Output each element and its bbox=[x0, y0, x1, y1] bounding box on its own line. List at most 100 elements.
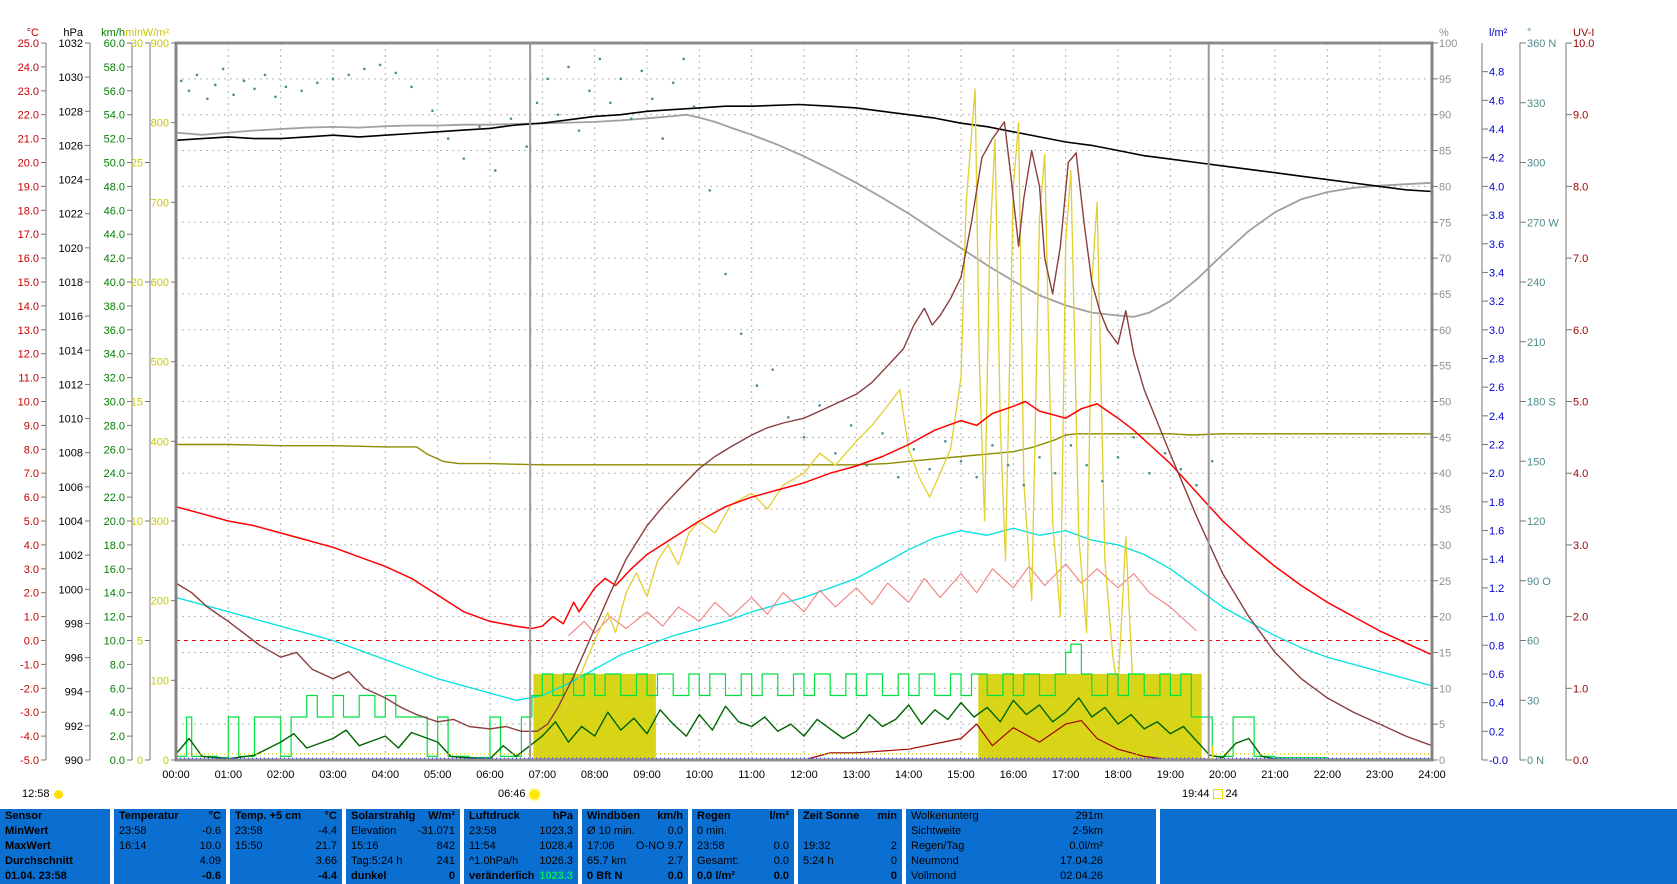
table-row: Zeit Sonne min bbox=[798, 809, 902, 824]
svg-text:2.0: 2.0 bbox=[1573, 612, 1588, 624]
svg-text:4.4: 4.4 bbox=[1489, 124, 1504, 136]
svg-text:1018: 1018 bbox=[59, 277, 83, 289]
table-row: Wolkenunterg291m bbox=[906, 809, 1156, 824]
table-cell-value: hPa bbox=[553, 809, 573, 824]
table-cell-label: 0 Bft N bbox=[587, 869, 622, 884]
svg-text:990: 990 bbox=[65, 755, 83, 767]
svg-text:05:00: 05:00 bbox=[424, 769, 452, 781]
svg-text:1032: 1032 bbox=[59, 38, 83, 50]
svg-text:120: 120 bbox=[1527, 516, 1545, 528]
svg-text:1006: 1006 bbox=[59, 482, 83, 494]
svg-text:25: 25 bbox=[131, 158, 143, 170]
table-cell-label: Zeit Sonne bbox=[803, 809, 859, 824]
table-cell-label: 15:16 bbox=[351, 839, 379, 854]
svg-text:18:00: 18:00 bbox=[1104, 769, 1132, 781]
svg-text:30.0: 30.0 bbox=[104, 397, 125, 409]
table-cell: Durchschnitt bbox=[5, 854, 73, 869]
svg-text:14:00: 14:00 bbox=[895, 769, 923, 781]
svg-text:55: 55 bbox=[1439, 361, 1451, 373]
svg-text:20.0: 20.0 bbox=[104, 516, 125, 528]
svg-text:-0.0: -0.0 bbox=[1489, 755, 1508, 767]
axis-unit-kmh: km/h bbox=[101, 27, 125, 39]
table-cell: 01.04. 23:58 bbox=[5, 869, 67, 884]
svg-text:0.4: 0.4 bbox=[1489, 698, 1504, 710]
table-cell-value: -0.6 bbox=[202, 824, 221, 839]
table-row: 0 bbox=[798, 869, 902, 884]
svg-text:04:00: 04:00 bbox=[372, 769, 400, 781]
axis-unit-hpa: hPa bbox=[63, 27, 83, 39]
table-cell-label: ^1.0hPa/h bbox=[469, 854, 518, 869]
table-row: Temp. +5 cm°C bbox=[230, 809, 342, 824]
table-column-6: Regenl/m²0 min.23:580.0Gesamt:0.00.0 l/m… bbox=[692, 809, 794, 884]
table-row: MaxWert bbox=[0, 839, 110, 854]
svg-text:03:00: 03:00 bbox=[319, 769, 347, 781]
table-row: 0.0 l/m²0.0 bbox=[692, 869, 794, 884]
table-cell-label: 15:50 bbox=[235, 839, 263, 854]
svg-text:300: 300 bbox=[151, 516, 169, 528]
svg-text:8.0: 8.0 bbox=[24, 444, 39, 456]
svg-text:07:00: 07:00 bbox=[529, 769, 557, 781]
table-column-0: SensorMinWertMaxWertDurchschnitt01.04. 2… bbox=[0, 809, 110, 884]
svg-text:1002: 1002 bbox=[59, 550, 83, 562]
table-cell-value: 0.0 bbox=[774, 854, 789, 869]
svg-text:40: 40 bbox=[1439, 468, 1451, 480]
table-cell-value: 0 bbox=[449, 869, 455, 884]
svg-text:54.0: 54.0 bbox=[104, 110, 125, 122]
svg-text:23.0: 23.0 bbox=[18, 86, 39, 98]
svg-text:8.0: 8.0 bbox=[1573, 181, 1588, 193]
svg-text:180 S: 180 S bbox=[1527, 397, 1556, 409]
table-row: -0.6 bbox=[114, 869, 226, 884]
svg-text:15.0: 15.0 bbox=[18, 277, 39, 289]
svg-text:2.0: 2.0 bbox=[24, 588, 39, 600]
table-row: 4.09 bbox=[114, 854, 226, 869]
svg-text:0.0: 0.0 bbox=[1573, 755, 1588, 767]
table-row: 65.7 km2.7 bbox=[582, 854, 688, 869]
svg-text:11:00: 11:00 bbox=[738, 769, 765, 781]
svg-text:-5.0: -5.0 bbox=[20, 755, 39, 767]
svg-text:2.6: 2.6 bbox=[1489, 382, 1504, 394]
table-cell-label: 23:58 bbox=[119, 824, 147, 839]
table-cell-label: 65.7 km bbox=[587, 854, 626, 869]
svg-text:13.0: 13.0 bbox=[18, 325, 39, 337]
svg-text:40.0: 40.0 bbox=[104, 277, 125, 289]
svg-text:100: 100 bbox=[151, 675, 169, 687]
table-cell: MinWert bbox=[5, 824, 48, 839]
table-cell-label: Vollmond bbox=[911, 869, 956, 884]
svg-text:1.0: 1.0 bbox=[24, 612, 39, 624]
svg-text:3.0: 3.0 bbox=[24, 564, 39, 576]
svg-text:20:00: 20:00 bbox=[1209, 769, 1237, 781]
svg-text:8.0: 8.0 bbox=[110, 659, 125, 671]
svg-text:100: 100 bbox=[1439, 38, 1457, 50]
table-cell-label: 11:54 bbox=[469, 839, 496, 854]
svg-text:1010: 1010 bbox=[59, 414, 83, 426]
svg-text:50: 50 bbox=[1439, 397, 1451, 409]
svg-text:38.0: 38.0 bbox=[104, 301, 125, 313]
svg-text:2.4: 2.4 bbox=[1489, 411, 1504, 423]
table-cell-label: dunkel bbox=[351, 869, 386, 884]
table-cell-value: 21.7 bbox=[316, 839, 337, 854]
table-cell-label: 19:32 bbox=[803, 839, 831, 854]
svg-text:16.0: 16.0 bbox=[104, 564, 125, 576]
svg-text:300: 300 bbox=[1527, 158, 1545, 170]
table-row: SolarstrahlgW/m² bbox=[346, 809, 460, 824]
table-cell-label: Temperatur bbox=[119, 809, 179, 824]
table-row: Durchschnitt bbox=[0, 854, 110, 869]
svg-text:56.0: 56.0 bbox=[104, 86, 125, 98]
table-cell: MaxWert bbox=[5, 839, 51, 854]
svg-text:5.0: 5.0 bbox=[24, 516, 39, 528]
table-cell-value: l/m² bbox=[769, 809, 789, 824]
svg-text:4.0: 4.0 bbox=[1489, 181, 1504, 193]
table-cell-value: min bbox=[877, 809, 897, 824]
svg-text:4.6: 4.6 bbox=[1489, 95, 1504, 107]
table-cell: Sensor bbox=[5, 809, 42, 824]
svg-text:24.0: 24.0 bbox=[104, 468, 125, 480]
svg-text:5: 5 bbox=[137, 636, 143, 648]
svg-text:1012: 1012 bbox=[59, 379, 83, 391]
svg-text:10.0: 10.0 bbox=[1573, 38, 1594, 50]
table-column-4: LuftdruckhPa23:581023.311:541028.4^1.0hP… bbox=[464, 809, 578, 884]
svg-text:17:00: 17:00 bbox=[1052, 769, 1080, 781]
table-cell-value: 2-5km bbox=[1072, 824, 1151, 839]
table-column-2: Temp. +5 cm°C23:58-4.415:5021.73.66-4.4 bbox=[230, 809, 342, 884]
svg-text:25: 25 bbox=[1439, 576, 1451, 588]
svg-text:15:00: 15:00 bbox=[947, 769, 975, 781]
